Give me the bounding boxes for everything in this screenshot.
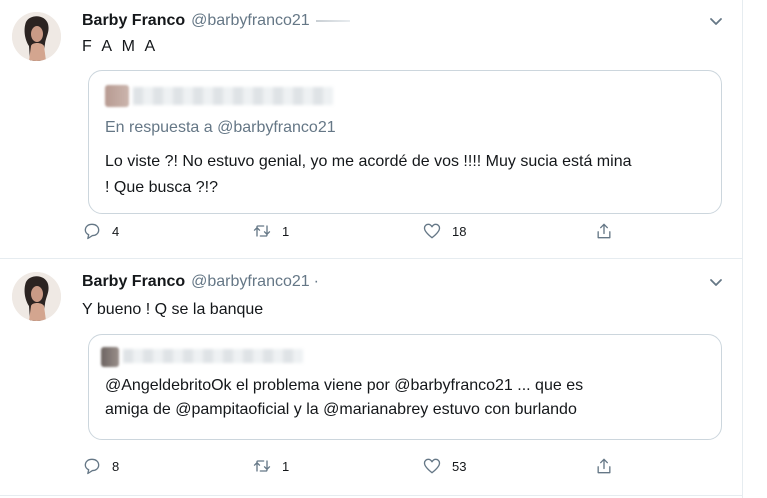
tweet-text: Y bueno ! Q se la banque: [82, 301, 264, 318]
retweet-count: 1: [282, 223, 290, 239]
reply-count: 4: [112, 223, 120, 239]
author-handle[interactable]: @barbyfranco21: [191, 12, 310, 29]
reply-context: En respuesta a @barbyfranco21: [105, 119, 336, 137]
quoted-text-line: Lo viste ?! No estuvo genial, yo me acor…: [105, 153, 632, 170]
tweet-header: Barby Franco @barbyfranco21 ·: [82, 271, 319, 293]
quoted-text-line: ! Que busca ?!?: [105, 179, 218, 196]
like-button[interactable]: 53: [422, 455, 466, 477]
avatar[interactable]: [12, 272, 61, 321]
speech-bubble-icon: [84, 223, 100, 240]
share-button[interactable]: [594, 220, 614, 242]
reply-mention[interactable]: @barbyfranco21: [217, 119, 336, 136]
retweet-button[interactable]: 1: [252, 455, 289, 477]
quoted-tweet[interactable]: En respuesta a @barbyfranco21 Lo viste ?…: [88, 70, 722, 214]
blurred-avatar: [105, 85, 129, 107]
like-count: 53: [452, 458, 467, 474]
author-name[interactable]: Barby Franco: [82, 273, 185, 290]
blurred-author: [123, 349, 303, 363]
reply-button[interactable]: 8: [82, 455, 119, 477]
quoted-text-line: @AngeldebritoOk el problema viene por @b…: [105, 377, 584, 394]
retweet-arrows-icon: [253, 225, 271, 237]
like-button[interactable]: 18: [422, 220, 466, 242]
avatar[interactable]: [12, 12, 61, 61]
chevron-down-icon[interactable]: [708, 274, 724, 290]
blurred-avatar: [101, 347, 119, 367]
retweet-arrows-icon: [253, 460, 271, 472]
retweet-button[interactable]: 1: [252, 220, 289, 242]
speech-bubble-icon: [84, 458, 100, 475]
share-button[interactable]: [594, 455, 614, 477]
blurred-timestamp: [315, 19, 350, 22]
tweet[interactable]: Barby Franco @barbyfranco21 · Y bueno ! Q …: [0, 259, 742, 496]
tweet[interactable]: Barby Franco @barbyfranco21 F A M A En re…: [0, 0, 742, 259]
blurred-author: [133, 87, 333, 105]
quoted-text: @AngeldebritoOk el problema viene por @b…: [105, 374, 709, 422]
share-upload-icon: [597, 458, 611, 474]
quoted-tweet[interactable]: @AngeldebritoOk el problema viene por @b…: [88, 334, 722, 440]
reply-button[interactable]: 4: [82, 220, 119, 242]
avatar-photo: [12, 272, 61, 321]
quoted-text: Lo viste ?! No estuvo genial, yo me acor…: [105, 149, 709, 201]
tweet-actions: 8 1 53: [82, 455, 642, 477]
quoted-text-line: amiga de @pampitaoficial y la @marianabr…: [105, 401, 577, 418]
chevron-down-icon[interactable]: [708, 13, 724, 29]
share-upload-icon: [597, 223, 611, 239]
tweet-actions: 4 1 18: [82, 220, 642, 242]
page-gutter: [743, 0, 767, 498]
heart-outline-icon: [423, 223, 441, 239]
reply-count: 8: [112, 458, 120, 474]
tweet-text: F A M A: [82, 38, 159, 55]
header-separator: ·: [313, 273, 319, 290]
author-handle[interactable]: @barbyfranco21: [191, 273, 310, 290]
avatar-photo: [12, 12, 61, 61]
tweet-header: Barby Franco @barbyfranco21: [82, 10, 350, 32]
heart-outline-icon: [423, 458, 441, 474]
like-count: 18: [452, 223, 467, 239]
timeline: Barby Franco @barbyfranco21 F A M A En re…: [0, 0, 743, 498]
retweet-count: 1: [282, 458, 290, 474]
author-name[interactable]: Barby Franco: [82, 12, 185, 29]
reply-prefix: En respuesta a: [105, 119, 213, 136]
